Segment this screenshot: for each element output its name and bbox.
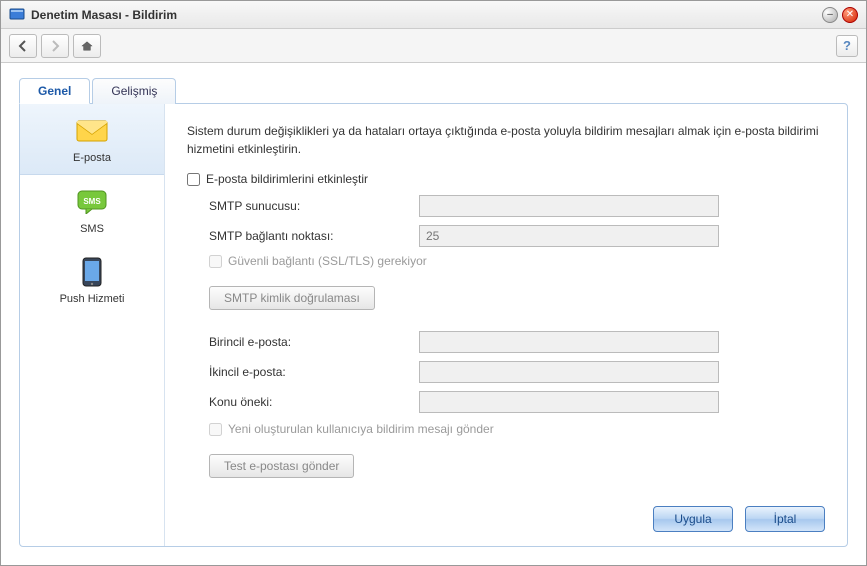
arrow-right-icon (49, 40, 61, 52)
enable-email-row: E-posta bildirimlerini etkinleştir (187, 172, 825, 186)
minimize-button[interactable]: – (822, 7, 838, 23)
main-form: Sistem durum değişiklikleri ya da hatala… (165, 104, 847, 546)
nav-toolbar: ? (1, 29, 866, 63)
test-email-button[interactable]: Test e-postası gönder (209, 454, 354, 478)
enable-email-label: E-posta bildirimlerini etkinleştir (206, 172, 368, 186)
forward-button[interactable] (41, 34, 69, 58)
help-icon: ? (843, 38, 851, 53)
arrow-left-icon (17, 40, 29, 52)
tab-strip: Genel Gelişmiş (19, 77, 848, 103)
tab-advanced[interactable]: Gelişmiş (92, 78, 176, 104)
close-button[interactable]: ✕ (842, 7, 858, 23)
mail-icon (76, 120, 108, 142)
sidebar-item-push[interactable]: Push Hizmeti (20, 245, 164, 315)
primary-email-input[interactable] (419, 331, 719, 353)
smtp-server-input[interactable] (419, 195, 719, 217)
svg-text:SMS: SMS (83, 197, 101, 206)
title-buttons: – ✕ (822, 7, 858, 23)
tab-general[interactable]: Genel (19, 78, 90, 104)
send-new-user-checkbox[interactable] (209, 423, 222, 436)
back-button[interactable] (9, 34, 37, 58)
smtp-server-label: SMTP sunucusu: (209, 199, 419, 213)
app-icon (9, 7, 25, 23)
titlebar: Denetim Masası - Bildirim – ✕ (1, 1, 866, 29)
sms-icon: SMS (77, 190, 107, 214)
tab-panel: E-posta SMS SMS (19, 103, 848, 547)
ssl-label: Güvenli bağlantı (SSL/TLS) gerekiyor (228, 254, 427, 268)
phone-icon (82, 257, 102, 287)
content-area: Genel Gelişmiş E-posta (19, 77, 848, 547)
subject-prefix-label: Konu öneki: (209, 395, 419, 409)
ssl-checkbox[interactable] (209, 255, 222, 268)
footer-buttons: Uygula İptal (653, 506, 825, 532)
enable-email-checkbox[interactable] (187, 173, 200, 186)
secondary-email-label: İkincil e-posta: (209, 365, 419, 379)
intro-text: Sistem durum değişiklikleri ya da hatala… (187, 122, 825, 158)
primary-email-label: Birincil e-posta: (209, 335, 419, 349)
apply-button[interactable]: Uygula (653, 506, 733, 532)
cancel-button[interactable]: İptal (745, 506, 825, 532)
sidebar-item-label: SMS (24, 223, 160, 235)
subject-prefix-input[interactable] (419, 391, 719, 413)
window-title: Denetim Masası - Bildirim (31, 8, 822, 22)
window-root: Denetim Masası - Bildirim – ✕ ? Genel Ge… (0, 0, 867, 566)
sidebar: E-posta SMS SMS (20, 104, 165, 546)
sidebar-item-email[interactable]: E-posta (20, 104, 164, 175)
smtp-port-label: SMTP bağlantı noktası: (209, 229, 419, 243)
home-icon (81, 40, 93, 52)
send-new-user-label: Yeni oluşturulan kullanıcıya bildirim me… (228, 422, 494, 436)
help-button[interactable]: ? (836, 35, 858, 57)
sidebar-item-label: E-posta (24, 152, 160, 164)
home-button[interactable] (73, 34, 101, 58)
sidebar-item-sms[interactable]: SMS SMS (20, 175, 164, 245)
secondary-email-input[interactable] (419, 361, 719, 383)
smtp-auth-button[interactable]: SMTP kimlik doğrulaması (209, 286, 375, 310)
sidebar-item-label: Push Hizmeti (24, 293, 160, 305)
smtp-port-input[interactable] (419, 225, 719, 247)
